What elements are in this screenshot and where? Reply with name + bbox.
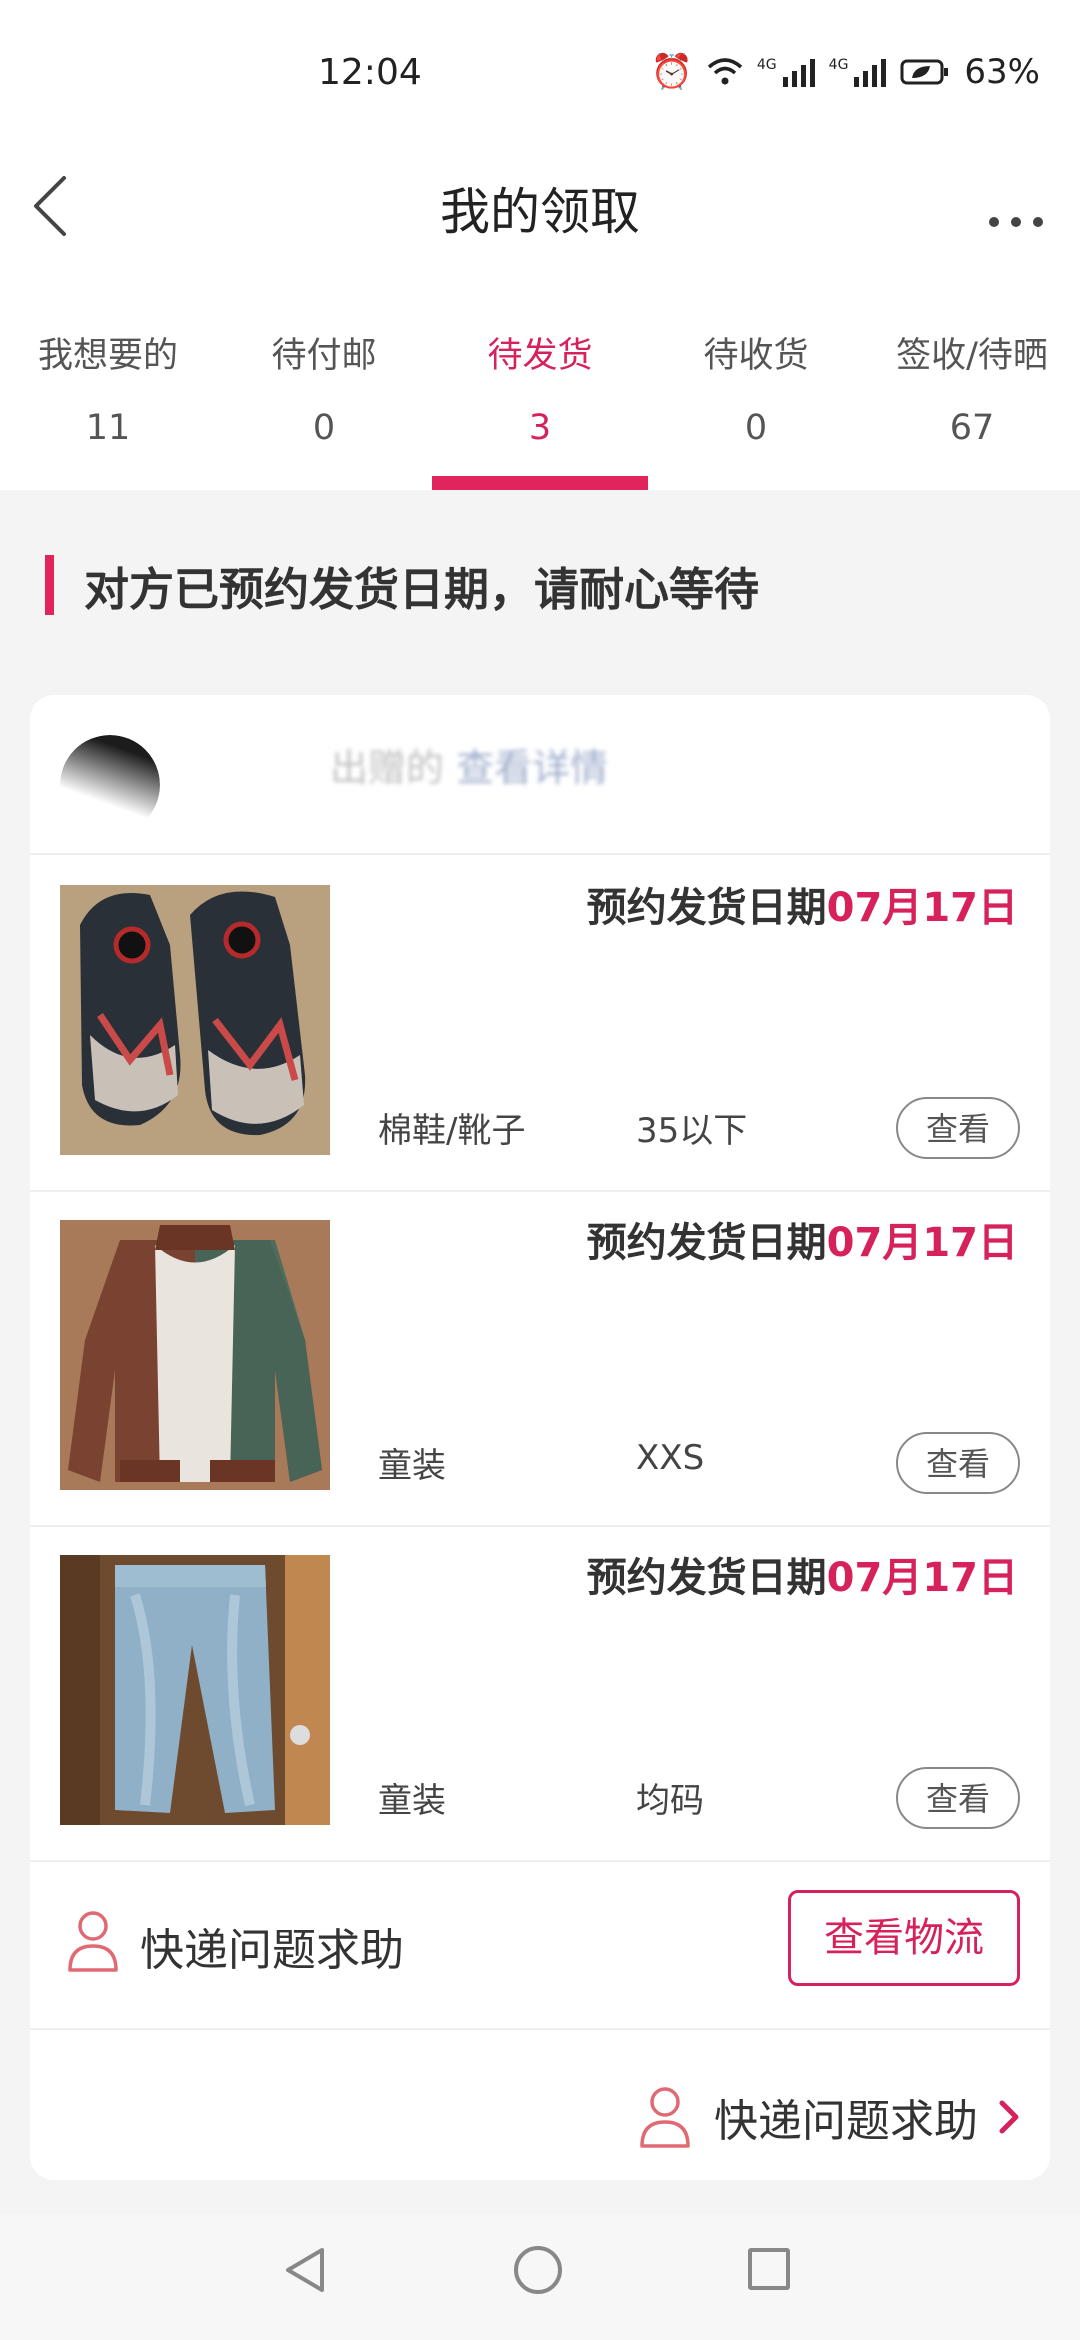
tab-label: 待收货 bbox=[703, 336, 809, 376]
list-item: 预约发货日期07月17日 童装 XXS 查看 bbox=[30, 1190, 1050, 1527]
list-item: 预约发货日期07月17日 棉鞋/靴子 35以下 查看 bbox=[30, 855, 1050, 1192]
seller-name: 出赠的 查看详情 bbox=[330, 746, 609, 790]
item-size: XXS bbox=[636, 1438, 705, 1478]
alarm-icon: ⏰ bbox=[650, 52, 693, 92]
order-card: 出赠的 查看详情 预约发货日期07月17日 棉鞋/靴子 35以下 查看 预约发货… bbox=[30, 695, 1050, 2180]
jacket-image bbox=[60, 1220, 330, 1490]
view-button[interactable]: 查看 bbox=[896, 1767, 1020, 1829]
shoes-image bbox=[60, 885, 330, 1155]
item-photo-jeans[interactable] bbox=[60, 1555, 330, 1825]
tab-pending-shipment[interactable]: 待发货 3 bbox=[432, 315, 648, 490]
status-time: 12:04 bbox=[318, 52, 422, 93]
tab-signed[interactable]: 签收/待晒 67 bbox=[864, 315, 1080, 490]
seller-detail-link[interactable]: 查看详情 bbox=[456, 746, 608, 790]
item-category: 童装 bbox=[378, 1446, 446, 1486]
tab-label: 签收/待晒 bbox=[896, 336, 1048, 376]
tab-count: 0 bbox=[312, 408, 336, 448]
tab-wanted[interactable]: 我想要的 11 bbox=[0, 315, 216, 490]
tab-pending-postage[interactable]: 待付邮 0 bbox=[216, 315, 432, 490]
user-icon bbox=[68, 1911, 118, 1972]
jeans-image bbox=[60, 1555, 330, 1825]
courier-help-link[interactable]: 快递问题求助 bbox=[638, 2082, 1024, 2152]
active-tab-indicator bbox=[432, 476, 648, 490]
item-size: 均码 bbox=[636, 1781, 704, 1821]
tab-count: 3 bbox=[528, 408, 552, 448]
shipping-date: 预约发货日期07月17日 bbox=[586, 1555, 1018, 1601]
shipping-date: 预约发货日期07月17日 bbox=[586, 885, 1018, 931]
tab-label: 待付邮 bbox=[271, 336, 377, 376]
more-icon bbox=[989, 217, 1043, 227]
avatar bbox=[60, 735, 160, 835]
battery-percent: 63% bbox=[964, 52, 1040, 92]
view-button[interactable]: 查看 bbox=[896, 1097, 1020, 1159]
view-button[interactable]: 查看 bbox=[896, 1432, 1020, 1494]
tab-label: 待发货 bbox=[487, 336, 593, 376]
system-navigation-bar bbox=[0, 2214, 1080, 2340]
tab-count: 0 bbox=[744, 408, 768, 448]
item-category: 童装 bbox=[378, 1781, 446, 1821]
chevron-right-icon bbox=[999, 2100, 1019, 2134]
item-size: 35以下 bbox=[636, 1111, 748, 1151]
system-recents-icon[interactable] bbox=[748, 2248, 790, 2290]
item-photo-jacket[interactable] bbox=[60, 1220, 330, 1490]
help-row: 快递问题求助 查看物流 bbox=[30, 1858, 1050, 2030]
user-icon bbox=[640, 2087, 690, 2148]
page-title: 我的领取 bbox=[440, 183, 640, 241]
notice-text: 对方已预约发货日期，请耐心等待 bbox=[84, 562, 760, 616]
shipment-notice: 对方已预约发货日期，请耐心等待 bbox=[45, 555, 760, 616]
list-item: 预约发货日期07月17日 童装 均码 查看 bbox=[30, 1525, 1050, 1862]
battery-icon bbox=[900, 59, 949, 85]
courier-help-link-label: 快递问题求助 bbox=[714, 2096, 978, 2147]
system-back-icon[interactable] bbox=[280, 2244, 330, 2296]
system-home-icon[interactable] bbox=[514, 2246, 562, 2294]
cellular-signal-icon: 4G bbox=[757, 57, 815, 87]
order-status-tabs: 我想要的 11 待付邮 0 待发货 3 待收货 0 签收/待晒 67 bbox=[0, 315, 1080, 490]
item-photo-shoes[interactable] bbox=[60, 885, 330, 1155]
status-icons: ⏰ 4G 4G 63% bbox=[651, 52, 1040, 92]
notice-accent-bar bbox=[45, 555, 54, 615]
tab-count: 67 bbox=[949, 408, 995, 448]
tab-pending-receipt[interactable]: 待收货 0 bbox=[648, 315, 864, 490]
shipping-date: 预约发货日期07月17日 bbox=[586, 1220, 1018, 1266]
navbar: 我的领取 bbox=[0, 150, 1080, 260]
more-button[interactable] bbox=[982, 172, 1052, 232]
tab-count: 11 bbox=[85, 408, 131, 448]
item-category: 棉鞋/靴子 bbox=[378, 1111, 526, 1151]
tab-label: 我想要的 bbox=[37, 336, 178, 376]
cellular-signal-icon-2: 4G bbox=[829, 57, 887, 87]
view-logistics-button[interactable]: 查看物流 bbox=[788, 1890, 1020, 1986]
wifi-icon bbox=[707, 58, 743, 85]
courier-help-label[interactable]: 快递问题求助 bbox=[140, 1914, 404, 1978]
status-bar: 12:04 ⏰ 4G 4G 63% bbox=[0, 0, 1080, 150]
seller-row[interactable]: 出赠的 查看详情 bbox=[30, 695, 1050, 855]
